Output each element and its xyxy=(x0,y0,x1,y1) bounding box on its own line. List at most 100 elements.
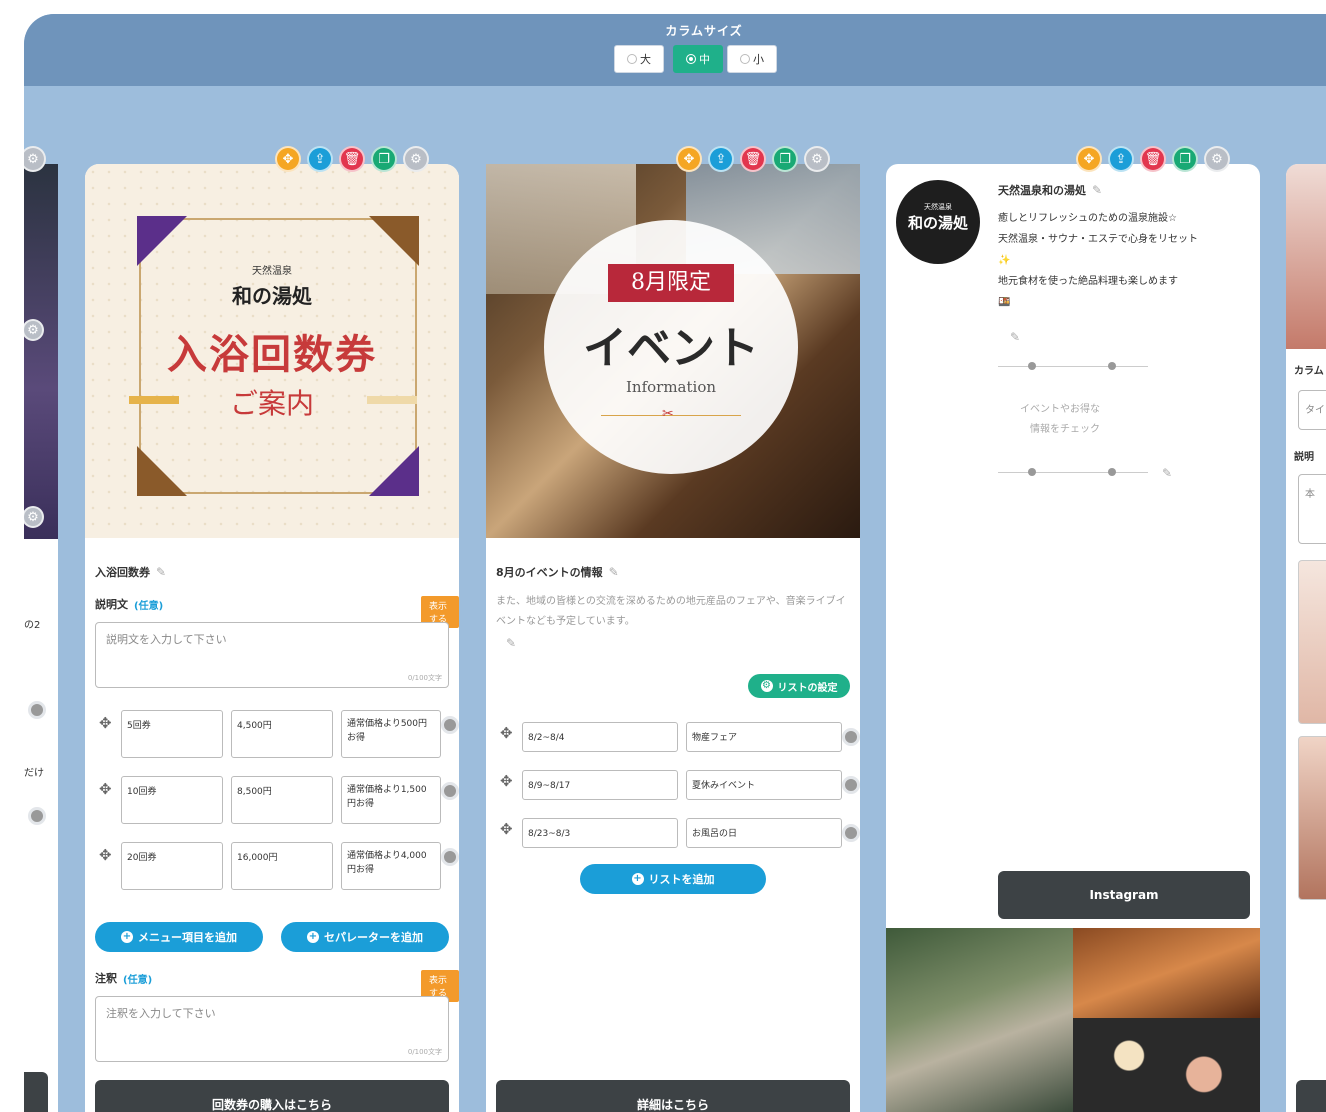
event-name-field[interactable]: 夏休みイベント xyxy=(686,770,842,800)
copy-icon[interactable]: ❐ xyxy=(772,146,798,172)
edit-icon[interactable]: ✎ xyxy=(156,565,166,579)
row-name-field[interactable]: 5回券 xyxy=(121,710,223,758)
copy-icon[interactable]: ❐ xyxy=(371,146,397,172)
column-image xyxy=(1286,164,1326,349)
coupon-cta-button[interactable]: 回数券の購入はこちら xyxy=(95,1080,449,1112)
description-textarea[interactable]: 説明文を入力して下さい 0/100文字 xyxy=(95,622,449,688)
radio-icon xyxy=(627,54,637,64)
copy-icon[interactable]: ❐ xyxy=(1172,146,1198,172)
row-note-field[interactable]: 通常価格より1,500円お得 xyxy=(341,776,441,824)
gear-icon[interactable]: ⚙ xyxy=(804,146,830,172)
edit-icon[interactable]: ✎ xyxy=(1162,466,1172,480)
add-list-button[interactable]: + リストを追加 xyxy=(580,864,766,894)
event-cta-button[interactable]: 詳細はこちら xyxy=(496,1080,850,1112)
instagram-button[interactable]: Instagram xyxy=(998,871,1250,919)
photo-food xyxy=(1073,1018,1260,1112)
delete-icon[interactable]: 🗑 xyxy=(740,146,766,172)
remove-row-button[interactable] xyxy=(842,728,860,746)
event-note: イベントやお得な 情報をチェック xyxy=(1020,404,1100,435)
remove-row-button[interactable] xyxy=(842,776,860,794)
event-name-field[interactable]: 物産フェア xyxy=(686,722,842,752)
upload-icon[interactable]: ⇪ xyxy=(307,146,333,172)
drag-handle-icon[interactable]: ✥ xyxy=(99,714,112,732)
drag-handle-icon[interactable]: ✥ xyxy=(99,846,112,864)
photo-sauna xyxy=(1073,928,1260,1018)
remove-row-button[interactable] xyxy=(28,807,46,825)
row-note-field[interactable]: 通常価格より500円お得 xyxy=(341,710,441,758)
drag-handle-icon[interactable]: ✥ xyxy=(500,820,513,838)
notes-label: 注釈 xyxy=(95,972,117,985)
gold-cloud-decoration xyxy=(367,396,417,404)
row-name-field[interactable]: 20回券 xyxy=(121,842,223,890)
remove-row-button[interactable] xyxy=(28,701,46,719)
gold-cloud-decoration xyxy=(129,396,179,404)
poster-brand-small: 天然温泉 xyxy=(252,266,292,277)
row-price-field[interactable]: 16,000円 xyxy=(231,842,333,890)
size-option-medium[interactable]: 中 xyxy=(673,45,723,73)
cta-button-partial[interactable] xyxy=(1296,1080,1326,1112)
coupon-poster: 天然温泉 和の湯処 入浴回数券 ご案内 xyxy=(85,164,459,538)
notes-textarea[interactable]: 注釈を入力して下さい 0/100文字 xyxy=(95,996,449,1062)
poster-heading: イベント xyxy=(583,323,759,374)
upload-icon[interactable]: ⇪ xyxy=(708,146,734,172)
edit-icon[interactable]: ✎ xyxy=(1092,183,1102,197)
column-title: 8月のイベントの情報 xyxy=(496,566,603,579)
row-name-field[interactable]: 10回券 xyxy=(121,776,223,824)
add-menu-item-button[interactable]: + メニュー項目を追加 xyxy=(95,922,263,952)
image-card-partial[interactable] xyxy=(1298,736,1326,900)
upload-icon[interactable]: ⇪ xyxy=(1108,146,1134,172)
plus-icon: + xyxy=(121,931,133,943)
photo-onsen xyxy=(886,928,1073,1112)
column-image xyxy=(24,164,58,539)
delete-icon[interactable]: 🗑 xyxy=(1140,146,1166,172)
separator-dots xyxy=(998,366,1148,367)
event-date-field[interactable]: 8/9~8/17 xyxy=(522,770,678,800)
drag-handle-icon[interactable]: ✥ xyxy=(99,780,112,798)
move-icon[interactable]: ✥ xyxy=(275,146,301,172)
edit-icon[interactable]: ✎ xyxy=(1010,330,1020,344)
column-size-bar: カラムサイズ 大 中 小 xyxy=(24,14,1326,86)
poster-heading: 入浴回数券 xyxy=(167,331,377,378)
description-input-partial[interactable]: 本 xyxy=(1298,474,1326,544)
remove-row-button[interactable] xyxy=(441,716,459,734)
description-label: 説明文 xyxy=(95,598,128,611)
list-settings-button[interactable]: ⚙ リストの設定 xyxy=(748,674,850,698)
delete-icon[interactable]: 🗑 xyxy=(339,146,365,172)
remove-row-button[interactable] xyxy=(441,782,459,800)
optional-tag: (任意) xyxy=(123,974,153,986)
column-toolbar: ✥ ⇪ 🗑 ❐ ⚙ xyxy=(676,146,830,172)
edit-icon[interactable]: ✎ xyxy=(506,636,516,650)
remove-row-button[interactable] xyxy=(842,824,860,842)
row-price-field[interactable]: 4,500円 xyxy=(231,710,333,758)
size-option-small[interactable]: 小 xyxy=(727,45,777,73)
row-price-field[interactable]: 8,500円 xyxy=(231,776,333,824)
drag-handle-icon[interactable]: ✥ xyxy=(500,724,513,742)
ribbon-icon: ✂ xyxy=(662,406,674,422)
size-option-large[interactable]: 大 xyxy=(614,45,664,73)
column-coupon: 天然温泉 和の湯処 入浴回数券 ご案内 入浴回数券 ✎ 説明文 (任意) 表示す… xyxy=(85,164,459,1112)
char-counter: 0/100文字 xyxy=(407,674,442,682)
edit-icon[interactable]: ✎ xyxy=(609,565,619,579)
move-icon[interactable]: ✥ xyxy=(1076,146,1102,172)
event-name-field[interactable]: お風呂の日 xyxy=(686,818,842,848)
radio-selected-icon xyxy=(686,54,696,64)
title-input-partial[interactable]: タイ xyxy=(1298,390,1326,430)
column-title: 入浴回数券 xyxy=(95,566,150,579)
event-date-field[interactable]: 8/2~8/4 xyxy=(522,722,678,752)
event-date-field[interactable]: 8/23~8/3 xyxy=(522,818,678,848)
move-icon[interactable]: ✥ xyxy=(676,146,702,172)
image-card-partial[interactable] xyxy=(1298,560,1326,724)
row-note-field[interactable]: 通常価格より4,000円お得 xyxy=(341,842,441,890)
event-description: また、地域の皆様との交流を深めるための地元産品のフェアや、音楽ライブイベントなど… xyxy=(496,596,846,627)
remove-row-button[interactable] xyxy=(441,848,459,866)
add-separator-button[interactable]: + セパレーターを追加 xyxy=(281,922,449,952)
optional-tag: (任意) xyxy=(134,600,164,612)
event-poster: 8月限定 イベント Information ✂ xyxy=(486,164,860,538)
column-partial-right: カラム タイ 説明 本 xyxy=(1286,164,1326,1112)
gear-icon: ⚙ xyxy=(760,680,773,692)
drag-handle-icon[interactable]: ✥ xyxy=(500,772,513,790)
profile-name: 天然温泉和の湯処 xyxy=(998,184,1086,197)
gear-icon[interactable]: ⚙ xyxy=(1204,146,1230,172)
cta-button-partial[interactable] xyxy=(24,1072,48,1112)
gear-icon[interactable]: ⚙ xyxy=(403,146,429,172)
